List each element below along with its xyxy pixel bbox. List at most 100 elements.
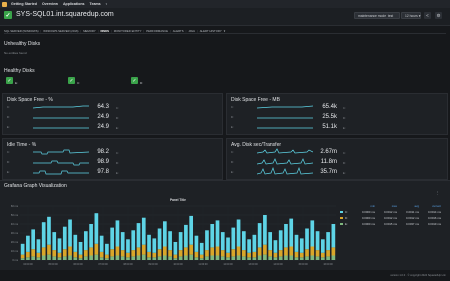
- bar: [331, 255, 336, 260]
- bar: [210, 247, 215, 256]
- metric-value: 64.3: [97, 104, 109, 110]
- legend-cell: 0.0000 ms: [361, 222, 375, 226]
- tab-monitored-entity[interactable]: MONITORED ENTITY: [114, 29, 142, 33]
- tab-java[interactable]: JAVA: [188, 29, 195, 33]
- tab-memory[interactable]: MEMORY: [83, 29, 96, 33]
- tab-windows-server[interactable]: WINDOWS SERVER (2016): [43, 29, 78, 33]
- time-range-picker[interactable]: 12 hours ▾: [401, 12, 421, 19]
- bar: [57, 257, 62, 260]
- disk-label[interactable]: D:: [140, 81, 143, 85]
- bar: [31, 249, 36, 257]
- tab-sql-server[interactable]: SQL SERVER (WINDOWS): [4, 29, 39, 33]
- bar: [268, 256, 273, 260]
- disk-label[interactable]: C:: [77, 81, 80, 85]
- bar: [115, 255, 120, 260]
- nav-teams[interactable]: Teams: [90, 2, 101, 6]
- bar: [115, 246, 120, 256]
- tab-alerts[interactable]: ALERTS: [173, 29, 184, 33]
- bar: [299, 238, 304, 253]
- disk-free-mb-panel[interactable]: Disk Space Free - MB C: D: E: 65.4k 25.5…: [226, 93, 448, 135]
- bar: [273, 240, 278, 253]
- tab-separator: |: [185, 28, 187, 33]
- disk-health-check-icon[interactable]: ✓: [131, 77, 138, 84]
- bar: [199, 258, 204, 260]
- bar: [162, 255, 167, 260]
- tab-separator: |: [111, 28, 112, 33]
- disk-sec-transfer-panel[interactable]: Avg. Disk sec/Transfer C: D: E: 2.67m 11…: [226, 138, 448, 180]
- graph-section-title: Grafana Graph Visualization: [4, 183, 67, 189]
- chevron-down-icon[interactable]: ▾: [106, 2, 108, 6]
- bar: [326, 232, 330, 251]
- y-tick-label: 60 ms: [11, 204, 19, 208]
- bar: [110, 249, 115, 257]
- bar: [310, 255, 315, 260]
- bar: [252, 257, 257, 260]
- disk-tag: D:: [116, 117, 119, 120]
- bar: [41, 222, 46, 248]
- disk-tag: C:: [116, 107, 119, 110]
- nav-applications[interactable]: Applications: [63, 2, 85, 6]
- legend-series-name[interactable]: E:: [345, 222, 348, 226]
- graph-menu-icon[interactable]: ⋮: [435, 190, 440, 195]
- metric-value: 51.1k: [322, 124, 337, 130]
- bar: [236, 219, 241, 247]
- bar: [157, 256, 162, 260]
- tab-separator: |: [40, 28, 42, 33]
- legend-series-name[interactable]: C:: [345, 210, 348, 214]
- app-logo[interactable]: [2, 1, 7, 7]
- disk-label[interactable]: E:: [15, 81, 18, 85]
- bar: [189, 244, 194, 255]
- idle-time-panel[interactable]: Idle Time - % C: D: E: 98.2 98.9 97.8 C:…: [2, 138, 223, 180]
- bar: [152, 252, 157, 258]
- bar: [62, 256, 67, 260]
- tab-separator: |: [196, 28, 198, 33]
- x-tick-label: 16:00:00: [323, 263, 333, 266]
- disk-free-percent-panel[interactable]: Disk Space Free - % C: D: E: 64.3 24.9 2…: [2, 93, 223, 135]
- bar: [273, 252, 278, 258]
- nav-overview[interactable]: Overview: [42, 2, 58, 6]
- chevron-down-icon[interactable]: ▾: [224, 29, 225, 33]
- row-name: C:: [231, 151, 234, 154]
- disk-health-check-icon[interactable]: ✓: [6, 77, 13, 84]
- bar: [168, 256, 172, 260]
- bar: [226, 257, 230, 260]
- y-tick-label: 50 ms: [11, 213, 19, 217]
- bar: [62, 226, 67, 250]
- x-tick-label: 14:00:00: [273, 263, 283, 266]
- bar: [194, 251, 199, 258]
- bar: [189, 215, 194, 245]
- bar: [189, 254, 194, 260]
- metric-value: 97.8: [97, 169, 109, 175]
- bar: [120, 250, 125, 257]
- maintenance-mode-button[interactable]: maintenance mode test: [354, 12, 400, 19]
- disk-tag: C:: [343, 107, 346, 110]
- bar: [20, 254, 25, 259]
- metric-value: 25.5k: [322, 114, 337, 120]
- bar: [331, 224, 336, 248]
- bar: [278, 256, 283, 260]
- legend-header-max: max: [391, 204, 397, 208]
- legend-series-name[interactable]: D:: [345, 216, 348, 220]
- bar: [289, 218, 294, 247]
- tab-alert-history[interactable]: ALERT HISTORY: [200, 29, 222, 33]
- disk-health-check-icon[interactable]: ✓: [68, 77, 75, 84]
- tab-disks[interactable]: DISKS: [100, 29, 109, 33]
- bar: [247, 252, 251, 258]
- bar: [152, 238, 157, 253]
- bar: [252, 251, 257, 258]
- bar: [157, 228, 162, 250]
- x-tick-label: 06:00:00: [73, 263, 83, 266]
- sparkline-group: [33, 105, 89, 129]
- bar: [120, 256, 125, 260]
- bar: [331, 247, 336, 256]
- tab-performance[interactable]: PERFORMANCE: [146, 29, 168, 33]
- bar: [257, 223, 262, 248]
- x-tick-label: 13:00:00: [248, 263, 258, 266]
- bar: [36, 257, 41, 260]
- nav-getting-started[interactable]: Getting Started: [11, 2, 37, 6]
- bar: [57, 252, 62, 258]
- bar: [184, 224, 188, 248]
- gear-icon[interactable]: ⚙: [435, 12, 442, 19]
- share-icon[interactable]: <: [424, 12, 431, 19]
- bar: [326, 256, 330, 260]
